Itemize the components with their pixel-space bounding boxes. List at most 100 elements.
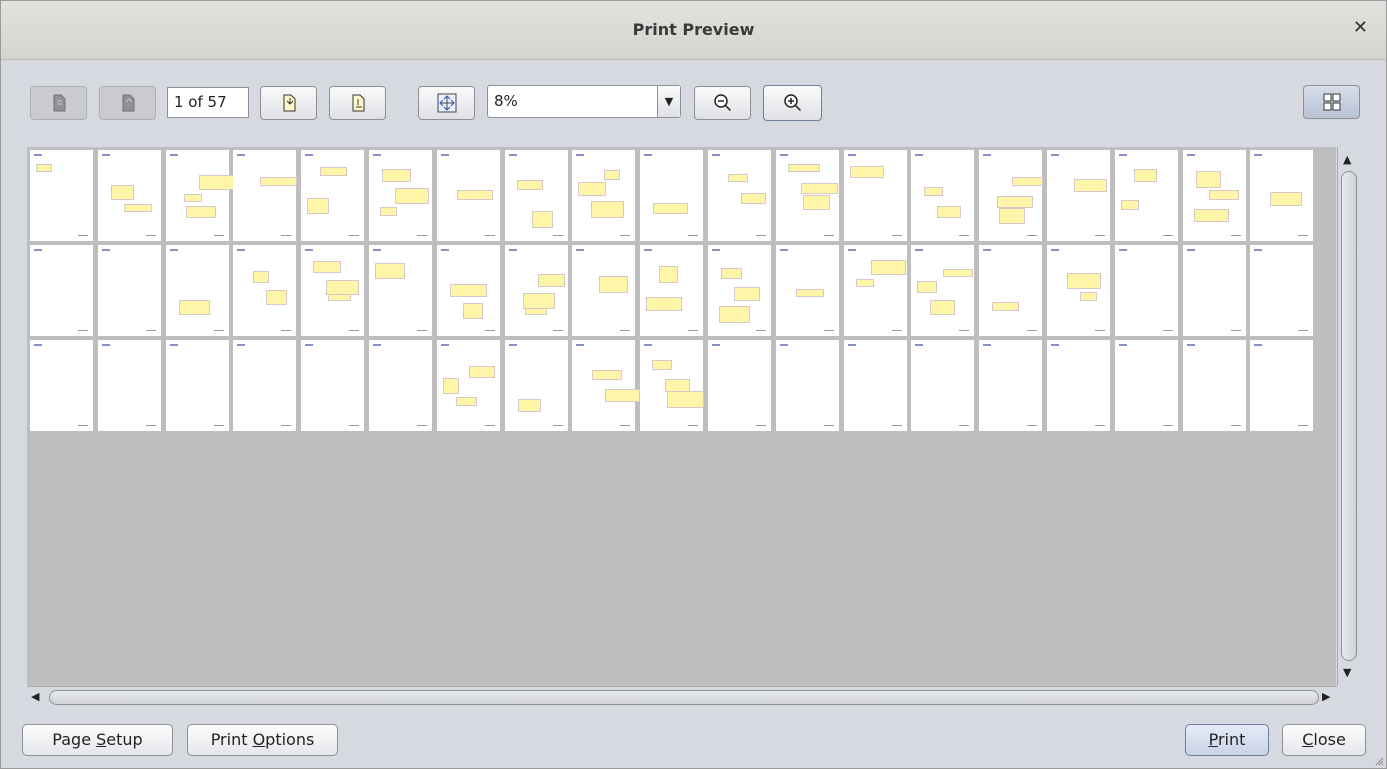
page-thumbnail[interactable]	[30, 245, 93, 336]
page-footer-mark	[823, 425, 834, 426]
page-thumbnail[interactable]	[301, 245, 365, 336]
page-setup-button[interactable]: Page Setup	[22, 724, 173, 756]
page-thumbnail[interactable]	[436, 340, 500, 431]
page-thumbnail[interactable]	[775, 150, 839, 241]
horizontal-scrollbar[interactable]: ◀ ▶	[27, 686, 1337, 709]
page-footer-mark	[552, 425, 563, 426]
page-thumbnail[interactable]	[30, 340, 93, 431]
resize-grip-icon[interactable]	[1374, 756, 1384, 766]
page-thumbnail[interactable]	[911, 340, 975, 431]
page-thumbnail[interactable]	[1182, 150, 1246, 241]
page-thumbnail[interactable]	[97, 245, 161, 336]
page-thumbnail[interactable]	[1250, 340, 1314, 431]
previous-page-button[interactable]	[99, 86, 156, 120]
page-thumbnail[interactable]	[843, 150, 907, 241]
page-thumbnail[interactable]	[233, 245, 297, 336]
page-thumbnail[interactable]	[165, 340, 229, 431]
page-thumbnail[interactable]	[979, 245, 1043, 336]
page-thumbnail[interactable]	[233, 340, 297, 431]
page-indicator-field[interactable]: 1 of 57	[167, 87, 249, 118]
page-thumbnail[interactable]	[1114, 340, 1178, 431]
page-thumbnail[interactable]	[843, 245, 907, 336]
fit-page-button[interactable]	[418, 86, 475, 120]
page-thumbnail[interactable]	[979, 150, 1044, 241]
zoom-combo[interactable]: 8% ▼	[487, 85, 681, 118]
page-content-block	[605, 389, 641, 402]
page-thumbnail[interactable]	[436, 150, 500, 241]
page-footer-mark	[1230, 330, 1241, 331]
page-thumbnail[interactable]	[233, 150, 298, 241]
print-button[interactable]: Print	[1185, 724, 1269, 756]
close-icon[interactable]: ✕	[1353, 17, 1368, 38]
page-thumbnail[interactable]	[775, 245, 839, 336]
page-thumbnail[interactable]	[979, 340, 1043, 431]
chevron-down-icon[interactable]: ▼	[657, 86, 680, 117]
page-thumbnail[interactable]	[1250, 245, 1314, 336]
page-header-mark	[169, 344, 178, 346]
scroll-left-icon[interactable]: ◀	[31, 690, 39, 703]
page-thumbnail[interactable]	[1047, 150, 1110, 241]
page-thumbnail[interactable]	[1182, 245, 1246, 336]
page-thumbnail[interactable]	[843, 340, 907, 431]
page-thumbnail[interactable]	[1047, 340, 1110, 431]
page-header-mark	[644, 249, 653, 251]
page-thumbnail[interactable]	[640, 245, 704, 336]
page-content-block	[110, 185, 134, 200]
page-thumbnail[interactable]	[572, 340, 641, 431]
page-thumbnail[interactable]	[504, 150, 568, 241]
multi-page-view-button[interactable]	[1303, 85, 1360, 119]
scroll-up-icon[interactable]: ▲	[1343, 153, 1351, 166]
page-header-mark	[779, 344, 788, 346]
page-thumbnail[interactable]	[504, 340, 568, 431]
page-header-mark	[101, 344, 110, 346]
page-thumbnail[interactable]	[1047, 245, 1110, 336]
page-thumbnail[interactable]	[369, 150, 432, 241]
page-content-block	[382, 169, 411, 182]
next-page-button[interactable]	[260, 86, 317, 120]
first-page-button[interactable]	[30, 86, 87, 120]
vertical-scrollbar[interactable]: ▲ ▼	[1337, 147, 1362, 686]
page-thumbnail[interactable]	[1114, 245, 1178, 336]
print-options-button[interactable]: Print Options	[187, 724, 338, 756]
page-thumbnail[interactable]	[708, 245, 771, 336]
page-thumbnail[interactable]	[30, 150, 93, 241]
page-thumbnail[interactable]	[708, 150, 771, 241]
page-footer-mark	[213, 425, 224, 426]
page-thumbnail[interactable]	[436, 245, 500, 336]
zoom-in-button[interactable]	[763, 85, 822, 121]
close-button[interactable]: Close	[1282, 724, 1366, 756]
page-thumbnail[interactable]	[1250, 150, 1314, 241]
page-content-block	[652, 360, 673, 370]
page-thumbnail[interactable]	[165, 245, 229, 336]
zoom-out-button[interactable]	[694, 86, 751, 120]
page-content-block	[943, 269, 974, 277]
page-thumbnail[interactable]	[911, 150, 975, 241]
page-footer-mark	[349, 330, 360, 331]
scroll-down-icon[interactable]: ▼	[1343, 666, 1351, 679]
last-page-button[interactable]	[329, 86, 386, 120]
page-thumbnail[interactable]	[640, 340, 705, 431]
page-thumbnail[interactable]	[369, 340, 432, 431]
page-footer-mark	[688, 330, 699, 331]
scroll-right-icon[interactable]: ▶	[1322, 690, 1330, 703]
page-thumbnail[interactable]	[1114, 150, 1178, 241]
page-thumbnail[interactable]	[504, 245, 568, 336]
page-preview-area[interactable]	[27, 147, 1336, 686]
page-thumbnail[interactable]	[640, 150, 704, 241]
vertical-scroll-thumb[interactable]	[1341, 171, 1357, 661]
page-thumbnail[interactable]	[1182, 340, 1246, 431]
page-thumbnail[interactable]	[911, 245, 975, 336]
page-thumbnail[interactable]	[301, 340, 365, 431]
page-thumbnail[interactable]	[97, 340, 161, 431]
page-thumbnail[interactable]	[165, 150, 234, 241]
page-thumbnail[interactable]	[572, 150, 636, 241]
page-thumbnail[interactable]	[572, 245, 636, 336]
page-thumbnail[interactable]	[301, 150, 365, 241]
page-thumbnail[interactable]	[775, 340, 839, 431]
page-content-block	[253, 271, 270, 283]
page-thumbnail[interactable]	[97, 150, 161, 241]
page-footer-mark	[1162, 330, 1173, 331]
page-thumbnail[interactable]	[708, 340, 771, 431]
page-thumbnail[interactable]	[369, 245, 432, 336]
horizontal-scroll-thumb[interactable]	[49, 690, 1319, 705]
